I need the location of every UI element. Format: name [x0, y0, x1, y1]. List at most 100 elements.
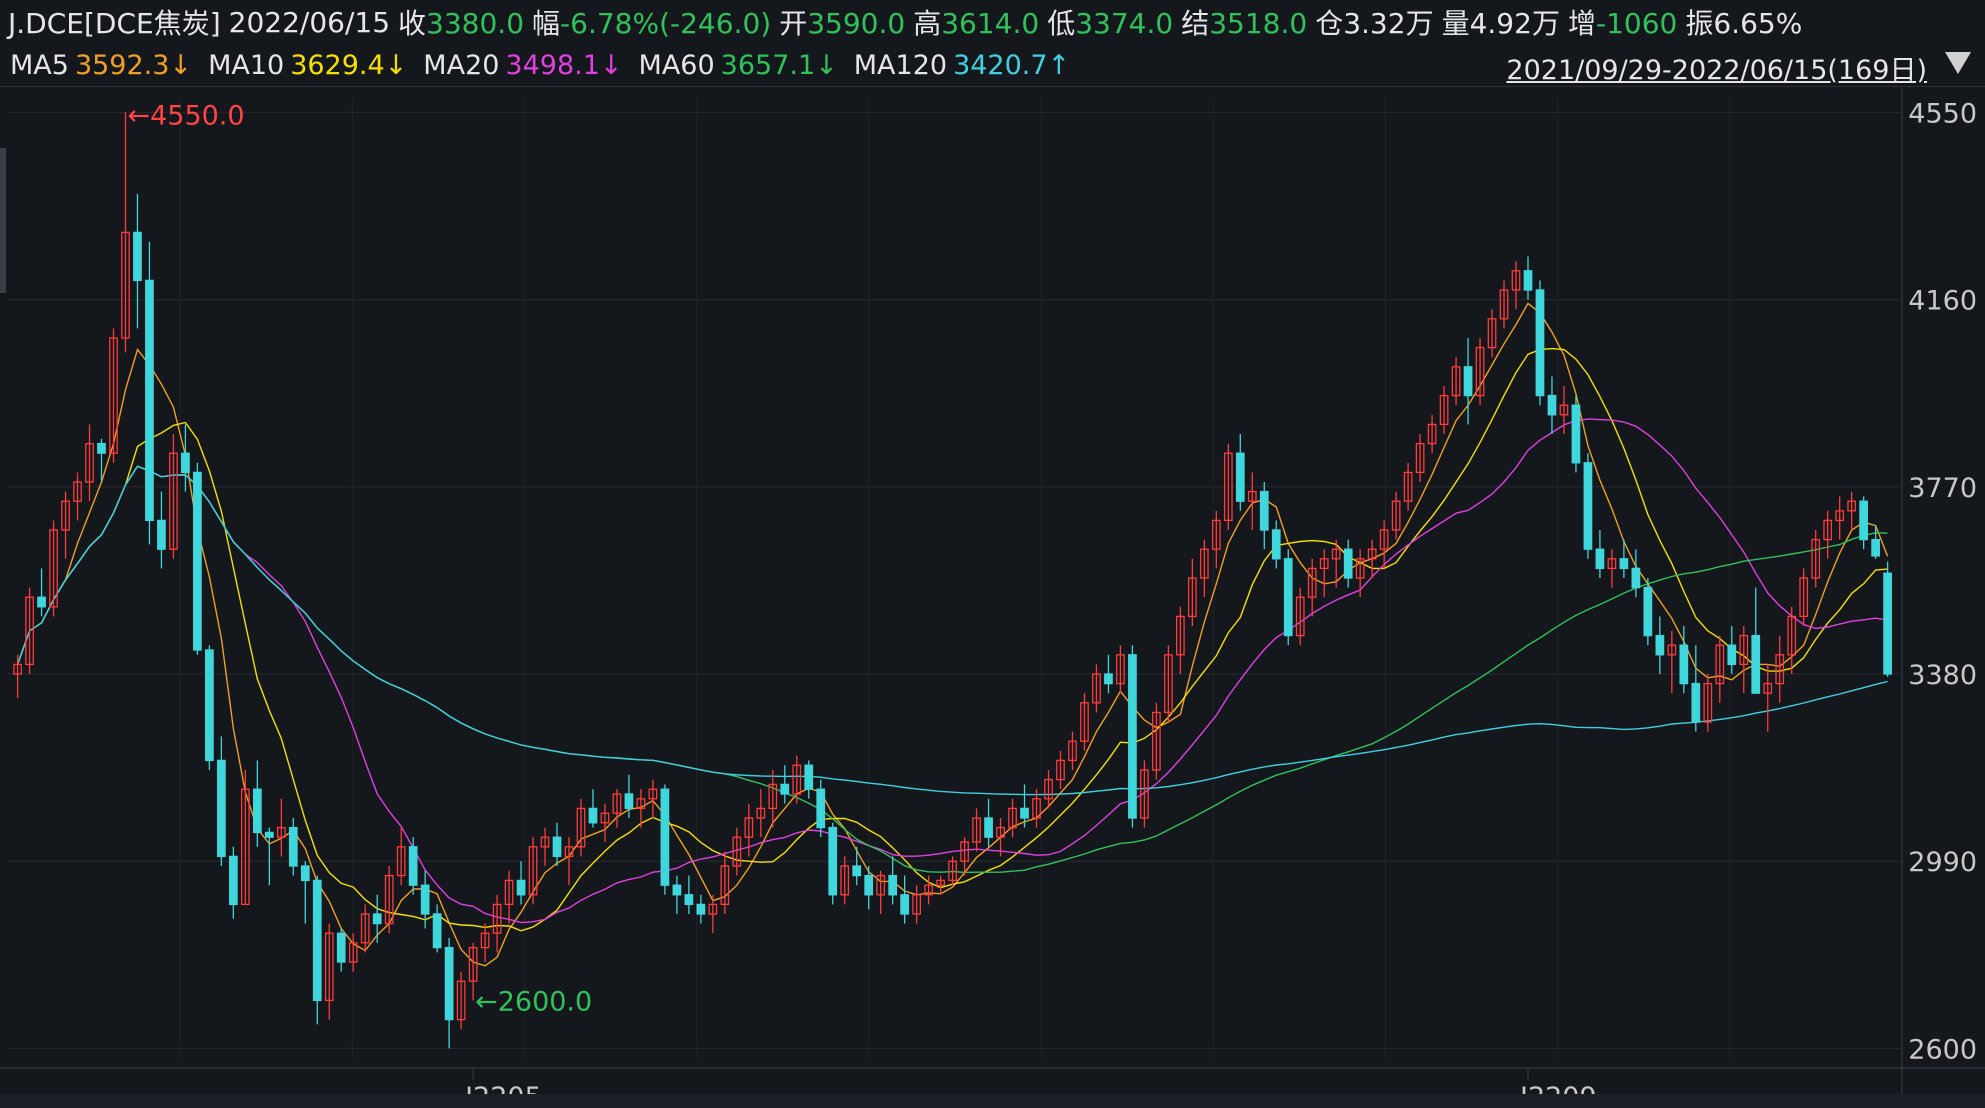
date-label: 2022/06/15 — [228, 5, 391, 39]
candle-down — [312, 879, 322, 1002]
candle-down — [97, 442, 106, 454]
open-interest-value: 3.32万 — [1343, 7, 1434, 40]
ma-line-ma120 — [16, 465, 1888, 796]
candle-down — [1751, 634, 1761, 694]
candle-down — [205, 649, 214, 762]
close-label: 收 — [398, 7, 427, 40]
y-tick-label: 3380 — [1908, 660, 1977, 691]
candle-down — [684, 894, 694, 906]
candle-down — [336, 932, 346, 963]
candle-down — [193, 471, 202, 651]
ma120-legend[interactable]: MA120 3420.7↑ — [854, 50, 1070, 81]
candle-down — [696, 903, 706, 915]
candle-down — [1871, 538, 1880, 557]
change-value: -6.78%(-246.0) — [560, 7, 772, 40]
candle-down — [1547, 394, 1557, 416]
candle-down — [1583, 462, 1593, 550]
candle-down — [228, 855, 238, 906]
date-range-selector[interactable]: 2021/09/29-2022/06/15(169日) — [1506, 48, 1927, 87]
candle-down — [181, 452, 190, 474]
candle-down — [1679, 644, 1689, 685]
ma20-value: 3498.1↓ — [505, 49, 623, 81]
candle-down — [145, 279, 154, 522]
candle-down — [217, 759, 226, 858]
candle-down — [804, 764, 814, 790]
candle-down — [900, 894, 910, 915]
candle-down — [432, 913, 442, 949]
candle-down — [1523, 270, 1533, 291]
change-label: 幅 — [532, 7, 561, 40]
low-value: 3374.0 — [1075, 7, 1174, 40]
candle-down — [420, 884, 430, 915]
min-price-annotation: ←2600.0 — [475, 986, 592, 1017]
quote-header: J.DCE[DCE焦炭] 2022/06/15 收3380.0 幅-6.78%(… — [0, 0, 1985, 44]
dropdown-arrow-icon[interactable] — [1945, 52, 1971, 74]
ma60-legend[interactable]: MA60 3657.1↓ — [639, 50, 838, 81]
candle-down — [816, 788, 826, 829]
open-value: 3590.0 — [807, 7, 906, 40]
candle-down — [1655, 634, 1665, 656]
candle-down — [1691, 682, 1701, 723]
ma10-value: 3629.4↓ — [290, 49, 408, 81]
candle-down — [1020, 807, 1029, 819]
candle-down — [300, 865, 310, 882]
high-value: 3614.0 — [941, 7, 1040, 40]
candle-down — [1643, 586, 1653, 637]
candle-down — [552, 836, 562, 858]
candle-down — [1595, 548, 1605, 570]
candle-down — [1535, 289, 1545, 397]
candle-down — [444, 946, 454, 1021]
candle-down — [157, 519, 166, 550]
candle-down — [1571, 404, 1581, 464]
candle-down — [852, 865, 862, 877]
candle-down — [1343, 548, 1353, 579]
candle-down — [264, 831, 274, 838]
candle-down — [780, 783, 790, 795]
ma5-value: 3592.3↓ — [74, 49, 193, 81]
candle-down — [1259, 490, 1269, 531]
open-interest-label: 仓 — [1315, 7, 1344, 40]
candle-down — [588, 807, 598, 824]
candle-down — [984, 817, 993, 838]
candle-down — [133, 231, 142, 282]
max-price-annotation: ←4550.0 — [127, 100, 244, 131]
ma-line-ma60 — [16, 465, 1888, 874]
ma5-legend[interactable]: MA5 3592.3↓ — [10, 50, 192, 81]
candle-down — [408, 846, 418, 886]
candle-down — [1271, 529, 1281, 560]
candle-down — [1128, 654, 1137, 819]
y-tick-label: 2990 — [1908, 847, 1977, 878]
amplitude-value: 6.65% — [1713, 7, 1803, 40]
x-tick-label: J2209 — [1518, 1082, 1597, 1094]
candle-down — [672, 884, 682, 896]
candle-down — [1883, 572, 1892, 675]
oi-change-label: 增 — [1567, 7, 1596, 40]
open-label: 开 — [779, 7, 808, 40]
volume-label: 量 — [1441, 7, 1470, 40]
y-tick-label: 4550 — [1908, 98, 1977, 129]
y-tick-label: 3770 — [1908, 473, 1977, 504]
candle-down — [372, 913, 382, 925]
candle-down — [252, 788, 262, 834]
y-tick-label: 2600 — [1908, 1034, 1977, 1065]
ma20-label: MA20 — [423, 49, 500, 81]
ma10-legend[interactable]: MA10 3629.4↓ — [208, 50, 407, 81]
settle-label: 结 — [1181, 7, 1210, 40]
candle-down — [1619, 558, 1629, 570]
candle-down — [1631, 567, 1641, 589]
ma20-legend[interactable]: MA20 3498.1↓ — [423, 50, 622, 81]
ma120-label: MA120 — [853, 49, 948, 81]
bottom-scrollbar[interactable] — [0, 1094, 1985, 1108]
candle-down — [1104, 673, 1113, 685]
candlestick-chart[interactable]: 4550 4160 3770 3380 2990 2600 ←4550.0 ←2600.0 J2… — [0, 88, 1985, 1094]
candle-down — [37, 596, 46, 608]
candle-down — [864, 874, 874, 896]
candle-down — [888, 874, 898, 896]
symbol-label: J.DCE[DCE焦炭] — [8, 7, 221, 40]
settle-value: 3518.0 — [1209, 7, 1308, 40]
ma-line-ma10 — [16, 347, 1888, 932]
candle-down — [516, 879, 526, 896]
y-tick-label: 4160 — [1908, 286, 1977, 317]
candle-down — [1859, 500, 1869, 541]
candle-down — [1283, 558, 1293, 637]
